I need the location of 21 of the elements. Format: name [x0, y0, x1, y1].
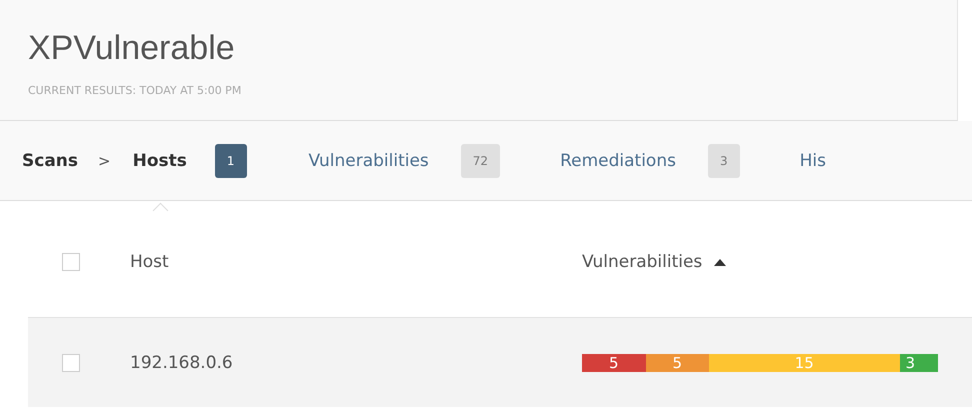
tab[interactable]: Vulnerabilities 72: [308, 144, 500, 178]
host-cell-text: 192.168.0.6: [130, 352, 234, 372]
tab[interactable]: His: [800, 150, 826, 170]
breadcrumb-separator: >: [98, 152, 111, 170]
severity-segment: 5: [582, 354, 646, 372]
tab[interactable]: Hosts 1: [132, 144, 247, 178]
count-badge: 72: [460, 144, 500, 178]
breadcrumb-link[interactable]: Scans: [22, 150, 78, 170]
page-title: XPVulnerable: [28, 28, 236, 69]
column-header[interactable]: Vulnerabilities: [582, 252, 726, 272]
table-row[interactable]: 192.168.0.6 5 5 15 3: [28, 317, 972, 407]
count-badge: 3: [708, 144, 740, 178]
severity-segment: 3: [900, 354, 938, 372]
column-header[interactable]: Host: [130, 252, 582, 272]
severity-segment: 15: [709, 354, 900, 372]
select-all-checkbox[interactable]: [62, 253, 80, 271]
count-badge: 1: [214, 144, 247, 178]
results-timestamp: CURRENT RESULTS: TODAY AT 5:00 PM: [28, 84, 242, 97]
tab[interactable]: Remediations 3: [560, 144, 740, 178]
row-checkbox[interactable]: [62, 354, 80, 372]
severity-segment: 5: [646, 354, 709, 372]
